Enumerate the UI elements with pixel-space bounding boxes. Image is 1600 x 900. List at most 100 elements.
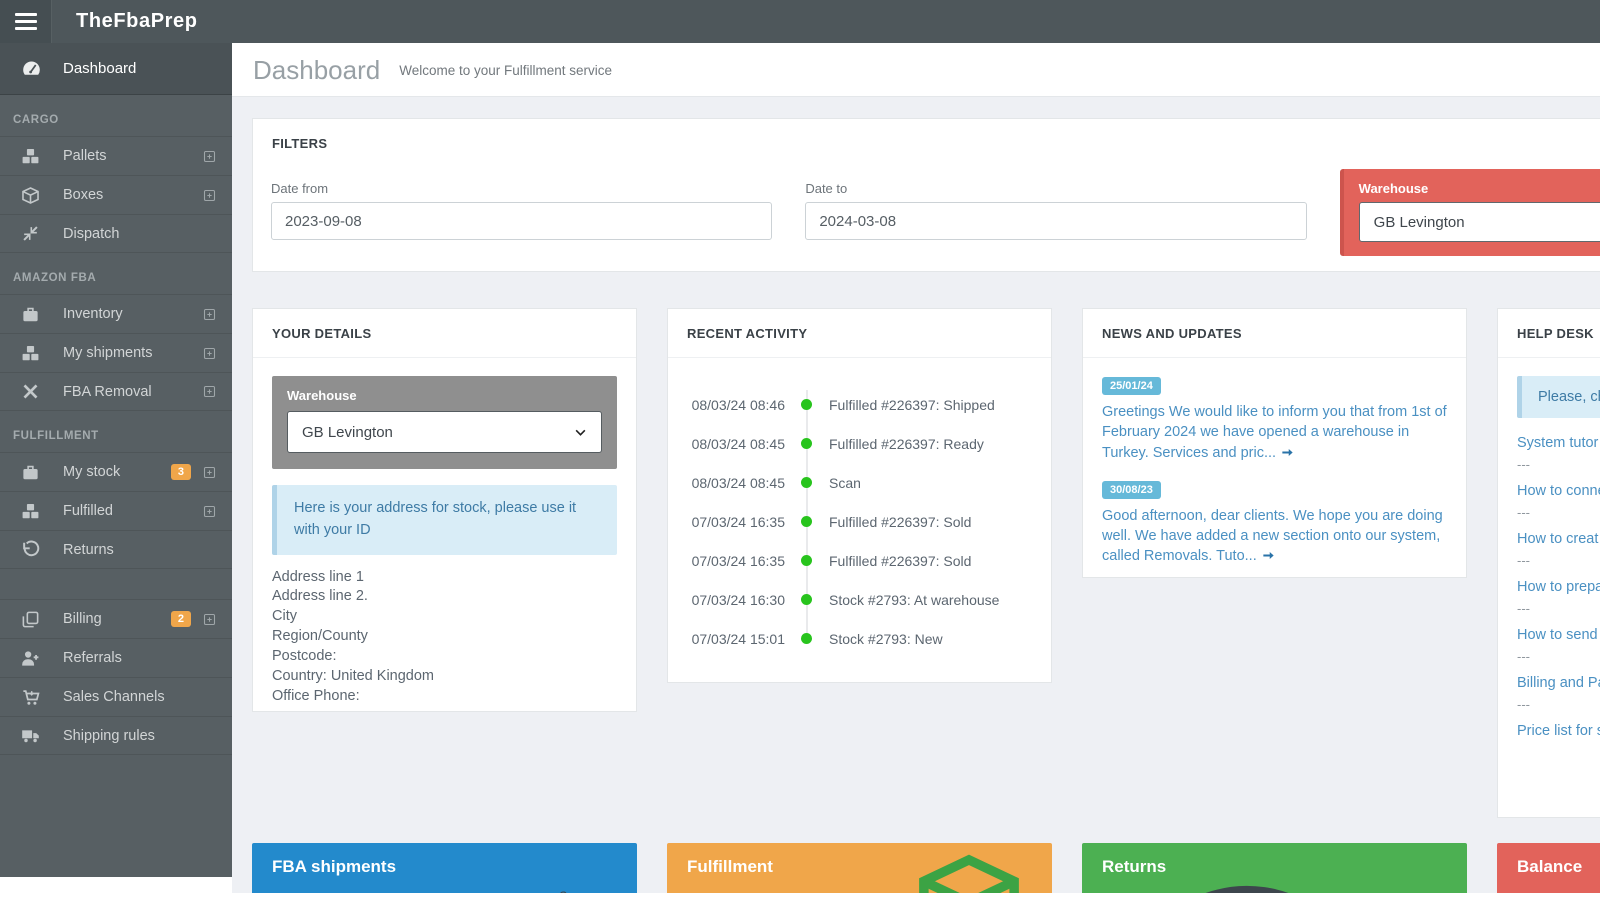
help-link[interactable]: How to prepa — [1517, 579, 1600, 595]
sidebar-item[interactable]: Pallets — [0, 136, 232, 175]
brand-title: TheFbaPrep — [52, 0, 198, 43]
activity-dot — [801, 399, 812, 410]
count-badge: 3 — [171, 464, 191, 480]
activity-time: 08/03/24 08:45 — [687, 436, 785, 452]
sidebar-item-label: Billing — [63, 611, 171, 627]
sidebar: Dashboard CARGO Pallets — [0, 43, 232, 877]
stat-card[interactable]: Fulfillment — [667, 843, 1052, 893]
activity-time: 07/03/24 16:35 — [687, 553, 785, 569]
help-item: Price list for s — [1517, 723, 1600, 739]
hamburger-menu-icon[interactable] — [0, 0, 52, 43]
news-item: 25/01/24 Greetings We would like to info… — [1102, 376, 1447, 463]
help-link[interactable]: System tutor — [1517, 435, 1600, 451]
sidebar-item[interactable]: My stock 3 — [0, 452, 232, 491]
sidebar-item[interactable]: Shipping rules — [0, 716, 232, 755]
plus-square-icon[interactable] — [202, 384, 217, 399]
help-desk-note: Please, ch — [1517, 376, 1600, 418]
news-link[interactable]: Good afternoon, dear clients. We hope yo… — [1102, 506, 1447, 567]
cubes-icon — [21, 502, 40, 521]
activity-dot — [801, 477, 812, 488]
sidebar-item[interactable]: Returns — [0, 530, 232, 569]
stat-card-label: FBA shipments — [252, 843, 637, 877]
activity-dot — [801, 555, 812, 566]
sidebar-section-label — [0, 569, 232, 599]
news-link[interactable]: Greetings We would like to inform you th… — [1102, 402, 1447, 463]
date-from-input[interactable] — [271, 202, 772, 240]
plus-square-icon[interactable] — [202, 188, 217, 203]
help-item: Billing and Pa --- — [1517, 675, 1600, 712]
sidebar-item-label: Boxes — [63, 187, 202, 203]
warehouse-select[interactable]: GB Levington — [287, 411, 602, 453]
plus-square-icon[interactable] — [202, 149, 217, 164]
help-link[interactable]: Billing and Pa — [1517, 675, 1600, 691]
sidebar-item[interactable]: Sales Channels — [0, 677, 232, 716]
address-line: Country: United Kingdom — [272, 667, 617, 687]
stat-card[interactable]: Returns — [1082, 843, 1467, 893]
activity-text: Fulfilled #226397: Sold — [829, 514, 971, 530]
sidebar-item[interactable]: Boxes — [0, 175, 232, 214]
compress-arrows-icon — [21, 224, 40, 243]
activity-text: Stock #2793: At warehouse — [829, 592, 999, 608]
sidebar-item-label: My stock — [63, 464, 171, 480]
cards-row: YOUR DETAILS Warehouse GB Levington Here… — [252, 308, 1600, 818]
date-to-input[interactable] — [805, 202, 1306, 240]
pages-icon — [21, 610, 40, 629]
activity-row: 07/03/24 15:01 Stock #2793: New — [687, 619, 1032, 658]
help-link[interactable]: How to send — [1517, 627, 1600, 643]
address-note: Here is your address for stock, please u… — [272, 485, 617, 555]
help-item: How to prepa --- — [1517, 579, 1600, 616]
address-line: Postcode: — [272, 647, 617, 667]
sidebar-item-label: Dashboard — [63, 60, 136, 77]
help-link[interactable]: How to conne — [1517, 483, 1600, 499]
sidebar-item[interactable]: Referrals — [0, 638, 232, 677]
plus-square-icon[interactable] — [202, 307, 217, 322]
activity-row: 07/03/24 16:35 Fulfilled #226397: Sold — [687, 541, 1032, 580]
sidebar-item-label: FBA Removal — [63, 384, 202, 400]
sidebar-item[interactable]: Fulfilled — [0, 491, 232, 530]
arrow-right-icon — [1280, 446, 1295, 459]
sidebar-item[interactable]: FBA Removal — [0, 372, 232, 411]
date-from-label: Date from — [271, 181, 772, 196]
sidebar-item[interactable]: Billing 2 — [0, 599, 232, 638]
box-icon — [21, 186, 40, 205]
recent-activity-card: RECENT ACTIVITY 08/03/24 08:46 Fulfilled… — [667, 308, 1052, 683]
user-plus-icon — [21, 649, 40, 668]
count-badge: 2 — [171, 611, 191, 627]
stat-card[interactable]: FBA shipments a — [252, 843, 637, 893]
sidebar-item[interactable]: My shipments — [0, 333, 232, 372]
briefcase-icon — [21, 305, 40, 324]
stats-row: FBA shipments a Fulfillment Returns Bala… — [252, 843, 1600, 893]
news-item: 30/08/23 Good afternoon, dear clients. W… — [1102, 480, 1447, 567]
activity-text: Scan — [829, 475, 861, 491]
truck-icon — [21, 726, 40, 745]
cross-icon — [21, 382, 40, 401]
help-link[interactable]: Price list for s — [1517, 723, 1600, 739]
address-line: Address line 2. — [272, 587, 617, 607]
plus-square-icon[interactable] — [202, 465, 217, 480]
tachometer-icon — [21, 58, 42, 79]
undo-icon — [21, 540, 40, 559]
filters-title: FILTERS — [253, 119, 1600, 163]
chevron-down-icon — [574, 426, 587, 439]
help-link[interactable]: How to creat — [1517, 531, 1600, 547]
stat-card[interactable]: Balance — [1497, 843, 1600, 893]
cubes-icon — [21, 147, 40, 166]
sidebar-item[interactable]: Inventory — [0, 294, 232, 333]
plus-square-icon[interactable] — [202, 346, 217, 361]
activity-dot — [801, 438, 812, 449]
cubes-icon — [21, 344, 40, 363]
plus-square-icon[interactable] — [202, 504, 217, 519]
activity-row: 07/03/24 16:30 Stock #2793: At warehouse — [687, 580, 1032, 619]
warehouse-filter-select[interactable]: GB Levington — [1359, 202, 1600, 242]
sidebar-item-dashboard[interactable]: Dashboard — [0, 43, 232, 95]
sidebar-item-label: Shipping rules — [63, 728, 217, 744]
help-link-sub: --- — [1517, 649, 1600, 664]
news-title: NEWS AND UPDATES — [1083, 309, 1466, 358]
address-line: City — [272, 607, 617, 627]
box-icon — [912, 848, 1026, 893]
amazon-a-icon: a — [559, 887, 593, 893]
sidebar-section: Billing 2 Referrals Sales Channels — [0, 569, 232, 755]
sidebar-item[interactable]: Dispatch — [0, 214, 232, 253]
plus-square-icon[interactable] — [202, 612, 217, 627]
cart-icon — [21, 688, 40, 707]
